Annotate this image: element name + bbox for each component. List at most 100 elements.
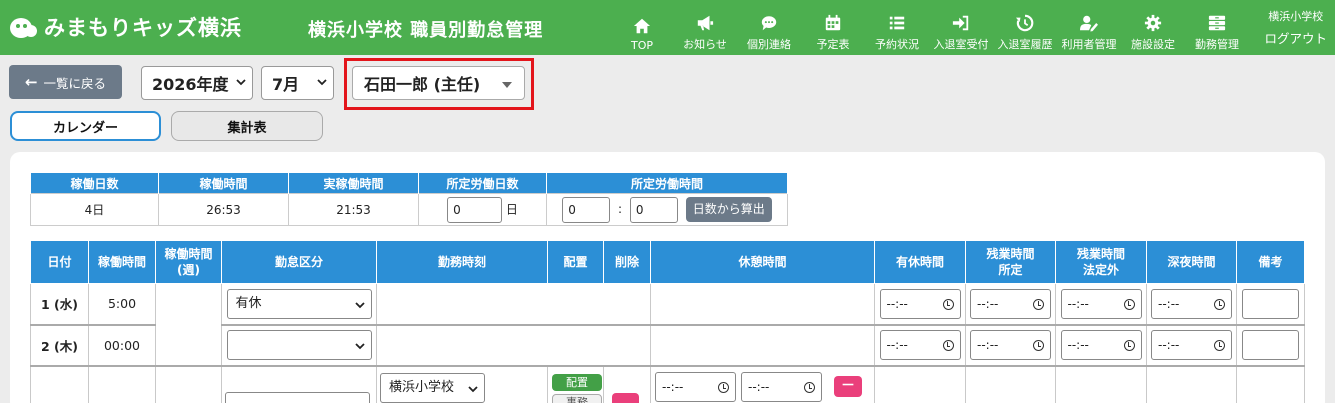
month-select[interactable]: 7月 <box>261 66 334 100</box>
chat-icon <box>761 16 777 31</box>
school-select[interactable]: 横浜小学校 <box>380 373 485 403</box>
col-assign: 配置 <box>547 240 604 284</box>
paid-leave-input[interactable]: --:-- <box>879 288 961 319</box>
back-to-list-button[interactable]: ← 一覧に戻る <box>9 65 122 99</box>
staff-select[interactable]: 石田一郎 (主任) <box>352 66 525 100</box>
nav-contact[interactable]: 個別連絡 <box>744 6 794 52</box>
chevron-down-icon <box>354 302 365 309</box>
delete-button[interactable] <box>612 393 639 403</box>
night-input[interactable]: --:-- <box>1151 330 1232 360</box>
assign-office-button[interactable]: 事務 <box>552 394 602 403</box>
header-work-days: 稼働日数 <box>30 172 159 194</box>
nav-schedule[interactable]: 予定表 <box>814 6 852 52</box>
row-work-time <box>88 364 156 403</box>
row-ot-scheduled: --:-- <box>965 283 1056 325</box>
paid-leave-input[interactable]: --:-- <box>879 330 961 360</box>
scheduled-hours-input[interactable]: 0 <box>562 196 611 223</box>
nav-news[interactable]: お知らせ <box>680 6 730 52</box>
year-select[interactable]: 2026年度 <box>141 66 253 100</box>
category-select[interactable] <box>226 330 372 360</box>
calendar-icon <box>825 14 841 31</box>
row-work-time: 5:00 <box>88 283 156 325</box>
row-night <box>1146 364 1237 403</box>
chevron-down-icon <box>236 79 246 86</box>
scheduled-minutes-input[interactable]: 0 <box>629 196 678 223</box>
col-delete: 削除 <box>603 240 651 284</box>
row-date <box>30 364 89 403</box>
tab-summary[interactable]: 集計表 <box>171 111 323 141</box>
row-break <box>650 283 875 325</box>
header-work-time: 稼働時間 <box>158 172 289 194</box>
ot-legal-input[interactable]: --:-- <box>1060 288 1142 319</box>
app-logo[interactable]: みまもりキッズ横浜 <box>10 10 242 44</box>
drawer-icon <box>1208 15 1226 31</box>
history-icon <box>1016 14 1034 32</box>
scheduled-days-input[interactable]: 0 <box>447 196 503 223</box>
header-scheduled-days: 所定労働日数 <box>418 172 547 194</box>
row-date: 1 (水) <box>30 283 89 325</box>
col-paid-leave: 有休時間 <box>874 240 966 284</box>
row-shift <box>376 283 651 325</box>
col-night: 深夜時間 <box>1146 240 1237 284</box>
nav-users[interactable]: 利用者管理 <box>1058 6 1120 52</box>
list-icon <box>889 16 905 30</box>
remove-break-button[interactable]: － <box>834 376 862 397</box>
row-ot-legal <box>1055 364 1147 403</box>
clock-icon <box>1214 340 1225 351</box>
header-scheduled-hours: 所定労働時間 <box>546 172 788 194</box>
chevron-down-icon <box>468 386 478 393</box>
work-time-value: 26:53 <box>158 193 289 226</box>
note-input[interactable] <box>1242 330 1299 360</box>
arrow-left-icon: ← <box>24 73 38 91</box>
gear-icon <box>1144 14 1162 32</box>
ot-legal-input[interactable]: --:-- <box>1060 330 1142 360</box>
note-input[interactable] <box>1242 288 1299 319</box>
col-date: 日付 <box>30 240 89 284</box>
tab-calendar[interactable]: カレンダー <box>10 111 161 141</box>
break-start-input[interactable]: --:-- <box>655 372 736 402</box>
row-note <box>1236 364 1305 403</box>
col-ot-legal: 残業時間 法定外 <box>1055 240 1147 284</box>
col-note: 備考 <box>1236 240 1305 284</box>
logo-text: みまもりキッズ横浜 <box>44 16 242 40</box>
user-school: 横浜小学校 <box>1268 10 1324 23</box>
logout-link[interactable]: ログアウト <box>1264 28 1327 47</box>
ot-scheduled-input[interactable]: --:-- <box>970 288 1051 319</box>
caret-down-icon <box>502 82 512 88</box>
nav-history[interactable]: 入退室履歴 <box>995 6 1055 52</box>
summary-table: 稼働日数 稼働時間 実稼働時間 所定労働日数 所定労働時間 4日 26:53 2… <box>30 172 788 226</box>
clock-icon <box>1033 298 1044 310</box>
actual-time-value: 21:53 <box>288 193 419 226</box>
category-select[interactable]: 有休 <box>226 288 372 319</box>
scheduled-days-cell: 0 日 <box>418 193 547 226</box>
chevron-down-icon <box>354 343 365 350</box>
assign-button[interactable]: 配置 <box>552 374 602 391</box>
work-days-value: 4日 <box>30 193 159 226</box>
home-icon <box>633 18 651 34</box>
clock-icon <box>804 382 815 393</box>
nav-entry[interactable]: 入退室受付 <box>930 6 992 52</box>
night-input[interactable]: --:-- <box>1151 288 1232 319</box>
row-weekly <box>155 364 222 403</box>
break-end-input[interactable]: --:-- <box>741 372 822 402</box>
row-ot-scheduled: --:-- <box>965 323 1056 366</box>
nav-top[interactable]: TOP <box>628 6 656 52</box>
category-select[interactable] <box>225 392 370 403</box>
row-paid-leave <box>874 364 966 403</box>
clock-icon <box>1123 340 1135 351</box>
row-shift <box>376 323 651 366</box>
ot-scheduled-input[interactable]: --:-- <box>970 330 1051 360</box>
row-note <box>1236 283 1305 325</box>
row-break <box>650 323 875 366</box>
clock-icon <box>942 298 954 310</box>
nav-facility[interactable]: 施設設定 <box>1127 6 1179 52</box>
chevron-down-icon <box>317 79 327 86</box>
nav-reservations[interactable]: 予約状況 <box>872 6 922 52</box>
row-note <box>1236 323 1305 366</box>
sign-in-icon <box>952 15 969 31</box>
calc-from-days-button[interactable]: 日数から算出 <box>685 197 772 222</box>
page-title: 横浜小学校 職員別勤怠管理 <box>308 20 544 41</box>
nav-attendance[interactable]: 勤務管理 <box>1191 6 1243 52</box>
col-category: 勤怠区分 <box>221 240 377 284</box>
col-shift: 勤務時刻 <box>376 240 548 284</box>
